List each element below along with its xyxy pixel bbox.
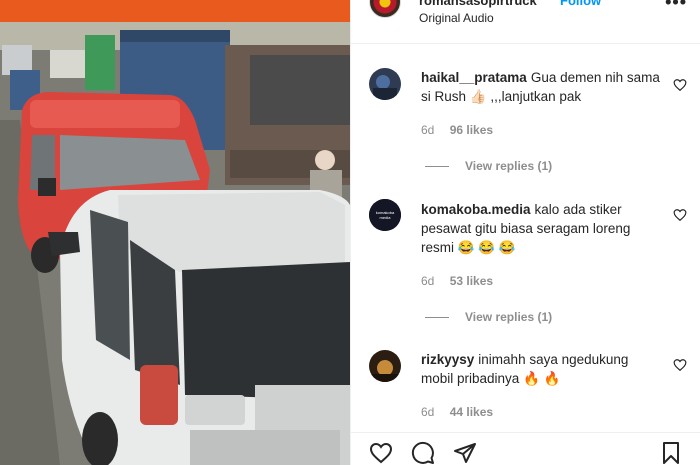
avatar-logo-text-2: media: [380, 215, 392, 220]
commenter-username[interactable]: haikal__pratama: [421, 70, 527, 85]
replies-divider: [425, 317, 449, 319]
heart-icon[interactable]: [673, 208, 687, 222]
traffic-scene-image: [0, 0, 350, 465]
comment-text-block: komakoba.media kalo ada stiker pesawat gi…: [421, 200, 661, 257]
comment-time: 6d: [421, 123, 435, 137]
comment-time: 6d: [421, 274, 435, 288]
heart-icon[interactable]: [369, 441, 393, 465]
comment-meta: 6d 44 likes: [421, 405, 505, 419]
replies-divider: [425, 166, 449, 168]
post-video[interactable]: [0, 0, 350, 465]
author-username[interactable]: romansasopirtruck: [419, 0, 537, 8]
view-replies-button[interactable]: View replies (1): [425, 310, 552, 324]
follow-button[interactable]: Follow: [560, 0, 601, 8]
comment-likes[interactable]: 96 likes: [450, 123, 493, 137]
more-options-button[interactable]: •••: [665, 0, 687, 13]
comments-panel: romansasopirtruck Follow Original Audio …: [350, 0, 700, 465]
comment-time: 6d: [421, 405, 435, 419]
avatar-image: [369, 68, 401, 100]
post-action-bar: [351, 432, 700, 465]
author-avatar[interactable]: [369, 0, 401, 18]
bookmark-icon[interactable]: [659, 441, 683, 465]
view-replies-button[interactable]: View replies (1): [425, 159, 552, 173]
instagram-post-view: romansasopirtruck Follow Original Audio …: [0, 0, 700, 465]
comment-meta: 6d 53 likes: [421, 274, 505, 288]
avatar-image: [369, 350, 401, 382]
avatar-image: komakoba media: [369, 199, 401, 231]
share-icon[interactable]: [453, 441, 477, 465]
heart-icon[interactable]: [673, 78, 687, 92]
commenter-username[interactable]: komakoba.media: [421, 202, 531, 217]
comment-meta: 6d 96 likes: [421, 123, 505, 137]
comment-icon[interactable]: [411, 441, 435, 465]
commenter-avatar[interactable]: [369, 350, 401, 382]
post-header: romansasopirtruck Follow Original Audio …: [351, 0, 700, 44]
comment-likes[interactable]: 44 likes: [450, 405, 493, 419]
view-replies-label: View replies (1): [465, 159, 553, 173]
commenter-avatar[interactable]: [369, 68, 401, 100]
comment-text-block: haikal__pratama Gua demen nih sama si Rus…: [421, 68, 661, 106]
commenter-avatar[interactable]: komakoba media: [369, 199, 401, 231]
commenter-username[interactable]: rizkyysy: [421, 352, 474, 367]
heart-icon[interactable]: [673, 358, 687, 372]
view-replies-label: View replies (1): [465, 310, 553, 324]
comment-likes[interactable]: 53 likes: [450, 274, 493, 288]
audio-label[interactable]: Original Audio: [419, 11, 494, 25]
comment-text-block: rizkyysy inimahh saya ngedukung mobil pri…: [421, 350, 661, 388]
